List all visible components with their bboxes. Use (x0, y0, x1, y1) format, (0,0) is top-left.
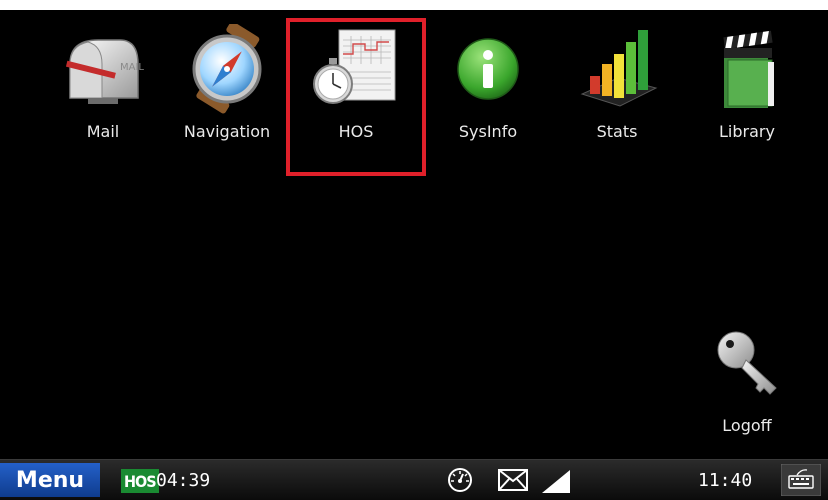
menu-button[interactable]: Menu (0, 463, 100, 497)
bar-chart-icon (572, 24, 662, 114)
desktop: MAIL Mail Navigation HOS SysInfo Stats L… (0, 10, 828, 459)
key-icon (702, 318, 792, 408)
app-label: Stats (596, 122, 638, 141)
keyboard-icon[interactable] (780, 463, 822, 500)
taskbar: Menu HOS 04:39 11:40 (0, 459, 828, 500)
svg-text:MAIL: MAIL (120, 62, 144, 73)
app-library[interactable]: Library (682, 10, 812, 160)
info-icon (443, 24, 533, 114)
stopwatch-logsheet-icon (311, 24, 401, 114)
app-logoff[interactable]: Logoff (682, 318, 812, 468)
app-sysinfo[interactable]: SysInfo (423, 10, 553, 160)
app-label: HOS (338, 122, 374, 141)
app-stats[interactable]: Stats (552, 10, 682, 160)
hos-badge[interactable]: HOS (121, 469, 159, 493)
app-label: Library (719, 122, 775, 141)
clapperboard-book-icon (702, 24, 792, 114)
hos-time: 04:39 (156, 470, 211, 491)
top-strip (0, 0, 828, 10)
system-clock: 11:40 (698, 470, 753, 491)
speedometer-icon[interactable] (446, 466, 474, 498)
app-label: SysInfo (458, 122, 518, 141)
envelope-icon[interactable] (498, 469, 528, 495)
app-label: Navigation (183, 122, 271, 141)
app-hos[interactable]: HOS (291, 10, 421, 160)
mailbox-icon: MAIL (58, 24, 148, 114)
app-label: Mail (86, 122, 120, 141)
signal-icon (540, 468, 572, 498)
compass-icon (182, 24, 272, 114)
app-mail[interactable]: MAIL Mail (38, 10, 168, 160)
app-label: Logoff (722, 416, 772, 435)
app-navigation[interactable]: Navigation (162, 10, 292, 160)
